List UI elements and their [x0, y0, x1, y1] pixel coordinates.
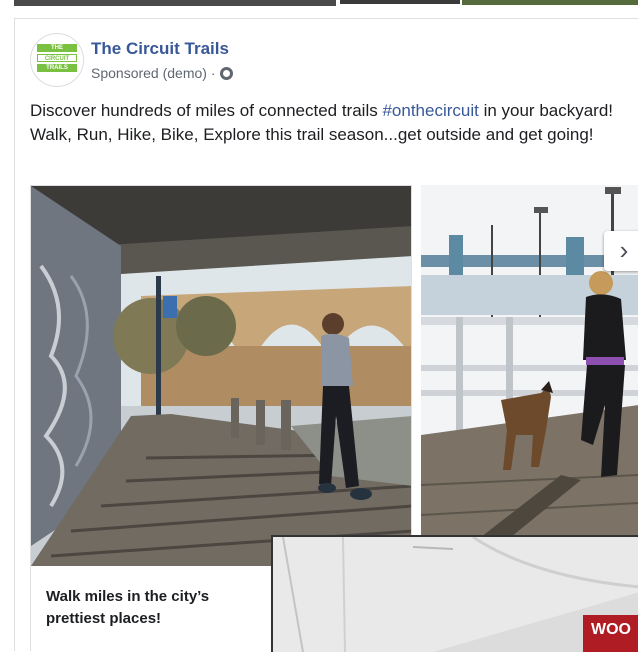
runner-under-bridge-image [31, 186, 411, 566]
carousel-next-button[interactable]: › [604, 231, 638, 271]
top-bar-mid [340, 0, 460, 4]
train-interior-image [273, 537, 638, 652]
slide-1-photo [31, 186, 411, 566]
overlay-screenshot: WOO [271, 535, 638, 652]
slide-1-caption: Walk miles in the city’s prettiest place… [46, 588, 210, 627]
logo-line-2: CIRCUIT [37, 54, 77, 62]
post-text-part1: Discover hundreds of miles of connected … [30, 101, 383, 120]
circuit-trails-logo: THE CIRCUIT TRAILS [37, 44, 77, 76]
logo-line-3: TRAILS [37, 64, 77, 72]
chevron-right-icon: › [619, 235, 629, 265]
post-text: Discover hundreds of miles of connected … [30, 99, 638, 147]
logo-line-1: THE [37, 44, 77, 52]
top-bar-left [14, 0, 336, 6]
top-bar-right [462, 0, 638, 5]
hashtag-link[interactable]: #onthecircuit [382, 101, 478, 120]
overlay-sign-text: WOO [591, 621, 631, 638]
page-name-link[interactable]: The Circuit Trails [91, 39, 229, 59]
top-strip [0, 0, 638, 8]
sponsored-label: Sponsored (demo) · [91, 65, 233, 81]
sponsored-text: Sponsored (demo) · [91, 65, 216, 81]
page-avatar[interactable]: THE CIRCUIT TRAILS [30, 33, 84, 87]
globe-icon [219, 67, 233, 80]
post-header: THE CIRCUIT TRAILS The Circuit Trails Sp… [30, 33, 630, 89]
